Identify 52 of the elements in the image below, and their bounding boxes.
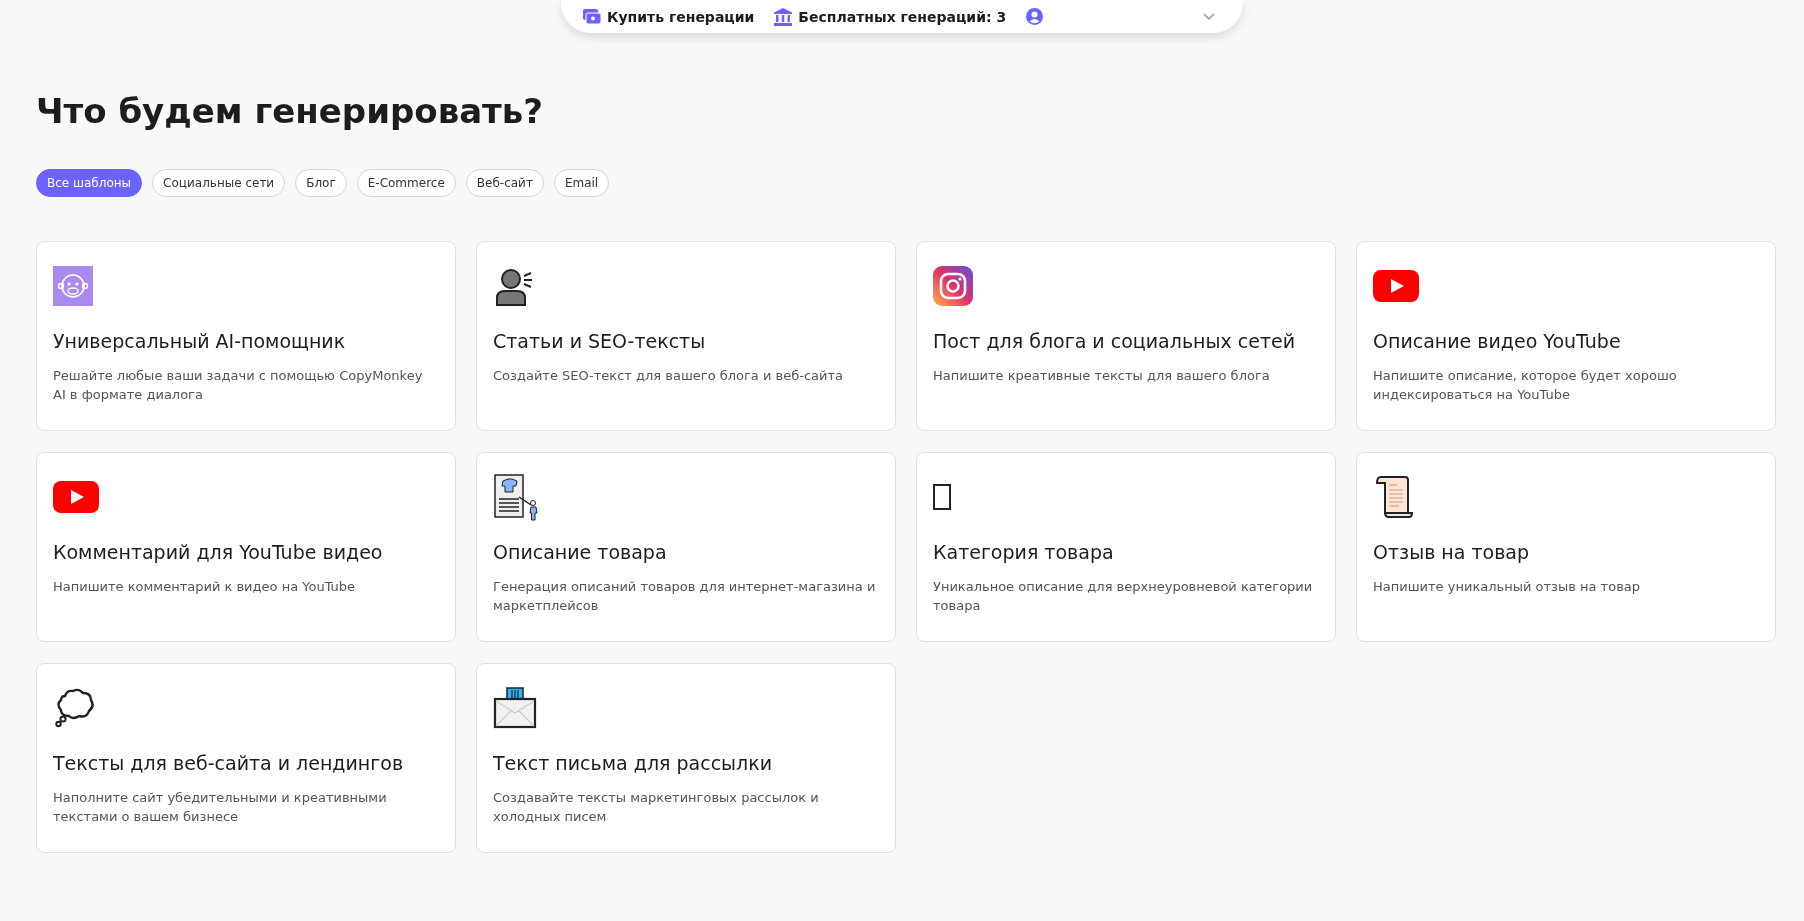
wallet-icon (583, 9, 601, 24)
monkey-face-icon (53, 266, 93, 306)
paper-scroll-icon (1373, 475, 1413, 519)
template-title: Категория товара (933, 541, 1115, 563)
template-description: Уникальное описание для верхнеуровневой категории товара (933, 578, 1314, 615)
template-description: Создавайте тексты маркетинговых рассылок и холодных писем (493, 789, 820, 826)
bank-icon (774, 7, 793, 26)
template-card[interactable]: Текст письма для рассылки Создавайте тексты маркетинговых рассылок и холодных писем (476, 663, 896, 853)
filter-chip[interactable]: Все шаблоны (36, 169, 143, 197)
template-title: Комментарий для YouTube видео (53, 541, 384, 563)
template-description: Напишите комментарий к видео на YouTube (53, 578, 357, 596)
filter-chip[interactable]: E-Commerce (356, 169, 456, 197)
template-description: Создайте SEO-текст для вашего блога и веб-сайта (493, 367, 845, 385)
template-description: Решайте любые ваши задачи с помощью CopyMonkey AI в формате диалога (53, 367, 424, 404)
filter-chip[interactable]: Веб-сайт (465, 169, 544, 197)
envelope-icon (493, 687, 537, 729)
filter-chip[interactable]: Блог (295, 169, 347, 197)
template-card[interactable]: Пост для блога и социальных сетей Напишите креативные тексты для вашего блога (916, 241, 1336, 431)
filter-chip[interactable]: Социальные сети (152, 169, 286, 197)
template-description: Напишите уникальный отзыв на товар (1373, 578, 1641, 596)
play-button-icon (53, 481, 99, 513)
template-description: Наполните сайт убедительными и креативными текстами о вашем бизнесе (53, 789, 388, 826)
template-title: Тексты для веб-сайта и лендингов (53, 752, 405, 774)
template-card[interactable]: Универсальный AI-помощник Решайте любые ваши задачи с помощью CopyMonkey AI в формате диалога (36, 241, 456, 431)
template-description: Напишите описание, которое будет хорошо индексироваться на YouTube (1373, 367, 1678, 404)
template-title: Пост для блога и социальных сетей (933, 330, 1297, 352)
template-title: Описание товара (493, 541, 668, 563)
template-card[interactable]: Комментарий для YouTube видео Напишите комментарий к видео на YouTube (36, 452, 456, 642)
template-description: Генерация описаний товаров для интернет-магазина и маркетплейсов (493, 578, 877, 615)
buy-generations-button[interactable]: Купить генерации (583, 8, 755, 25)
template-title: Универсальный AI-помощник (53, 330, 347, 352)
template-card[interactable]: Описание видео YouTube Напишите описание, которое будет хорошо индексироваться на YouTube (1356, 241, 1776, 431)
filter-chip[interactable]: Email (553, 169, 610, 197)
blank-box-icon (933, 484, 951, 510)
template-card[interactable]: Отзыв на товар Напишите уникальный отзыв на товар (1356, 452, 1776, 642)
page-heading: Что будем генерировать? (36, 91, 545, 131)
template-card[interactable]: Статьи и SEO-тексты Создайте SEO-текст для вашего блога и веб-сайта (476, 241, 896, 431)
template-card[interactable]: Описание товара Генерация описаний товаров для интернет-магазина и маркетплейсов (476, 452, 896, 642)
template-title: Описание видео YouTube (1373, 330, 1622, 352)
camera-app-icon (933, 266, 973, 306)
template-card[interactable]: Категория товара Уникальное описание для верхнеуровневой категории товара (916, 452, 1336, 642)
template-card[interactable]: Тексты для веб-сайта и лендингов Наполните сайт убедительными и креативными текстами о вашем бизнесе (36, 663, 456, 853)
presentation-poster-icon (493, 473, 541, 521)
template-title: Текст письма для рассылки (493, 752, 774, 774)
free-generations-counter[interactable]: Бесплатных генераций: 3 (774, 7, 1007, 26)
template-title: Отзыв на товар (1373, 541, 1531, 563)
chevron-down-icon[interactable] (1203, 12, 1215, 21)
play-button-icon (1373, 270, 1419, 302)
template-title: Статьи и SEO-тексты (493, 330, 707, 352)
user-avatar-icon[interactable] (1026, 8, 1044, 25)
template-description: Напишите креативные тексты для вашего блога (933, 367, 1271, 385)
thought-bubble-icon (53, 688, 97, 728)
